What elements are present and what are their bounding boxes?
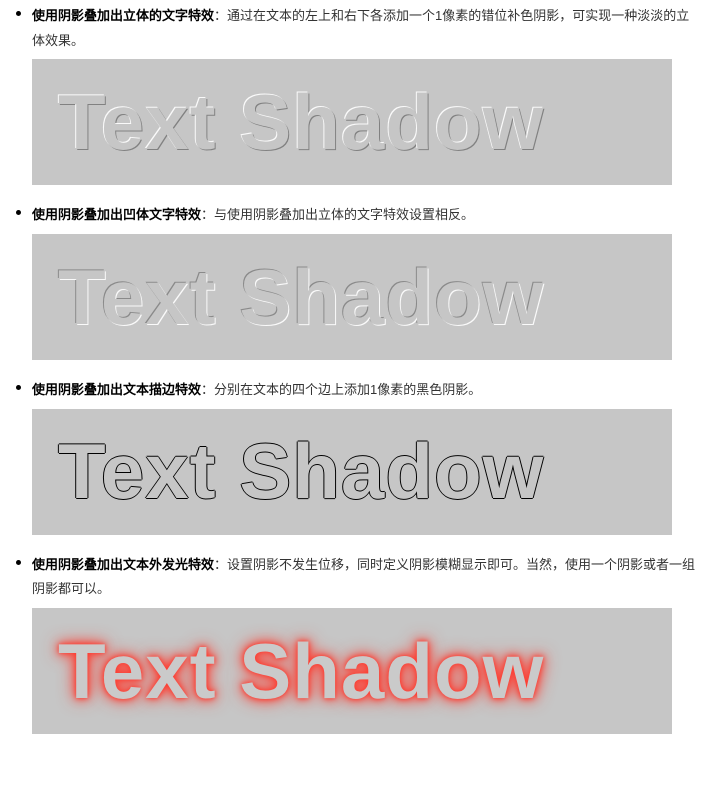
demo-box-glow: Text Shadow xyxy=(32,608,672,734)
example-body: ：分别在文本的四个边上添加1像素的黑色阴影。 xyxy=(201,382,481,397)
text-shadow-examples-list: 使用阴影叠加出立体的文字特效：通过在文本的左上和右下各添加一个1像素的错位补色阴… xyxy=(8,4,696,734)
demo-text: Text Shadow xyxy=(58,77,544,168)
demo-box-inset: Text Shadow xyxy=(32,234,672,360)
example-title: 使用阴影叠加出凹体文字特效 xyxy=(32,207,201,222)
example-outline: 使用阴影叠加出文本描边特效：分别在文本的四个边上添加1像素的黑色阴影。 Text… xyxy=(32,378,696,535)
demo-text: Text Shadow xyxy=(58,626,544,717)
example-title: 使用阴影叠加出文本外发光特效 xyxy=(32,557,214,572)
demo-box-raised: Text Shadow xyxy=(32,59,672,185)
example-description: 使用阴影叠加出文本描边特效：分别在文本的四个边上添加1像素的黑色阴影。 xyxy=(32,378,696,403)
example-description: 使用阴影叠加出文本外发光特效：设置阴影不发生位移，同时定义阴影模糊显示即可。当然… xyxy=(32,553,696,602)
demo-box-outline: Text Shadow xyxy=(32,409,672,535)
example-description: 使用阴影叠加出凹体文字特效：与使用阴影叠加出立体的文字特效设置相反。 xyxy=(32,203,696,228)
example-glow: 使用阴影叠加出文本外发光特效：设置阴影不发生位移，同时定义阴影模糊显示即可。当然… xyxy=(32,553,696,734)
example-description: 使用阴影叠加出立体的文字特效：通过在文本的左上和右下各添加一个1像素的错位补色阴… xyxy=(32,4,696,53)
demo-text: Text Shadow xyxy=(58,426,544,517)
example-raised: 使用阴影叠加出立体的文字特效：通过在文本的左上和右下各添加一个1像素的错位补色阴… xyxy=(32,4,696,185)
example-body: ：与使用阴影叠加出立体的文字特效设置相反。 xyxy=(201,207,474,222)
example-inset: 使用阴影叠加出凹体文字特效：与使用阴影叠加出立体的文字特效设置相反。 Text … xyxy=(32,203,696,360)
example-title: 使用阴影叠加出立体的文字特效 xyxy=(32,8,214,23)
demo-text: Text Shadow xyxy=(58,252,544,343)
example-title: 使用阴影叠加出文本描边特效 xyxy=(32,382,201,397)
